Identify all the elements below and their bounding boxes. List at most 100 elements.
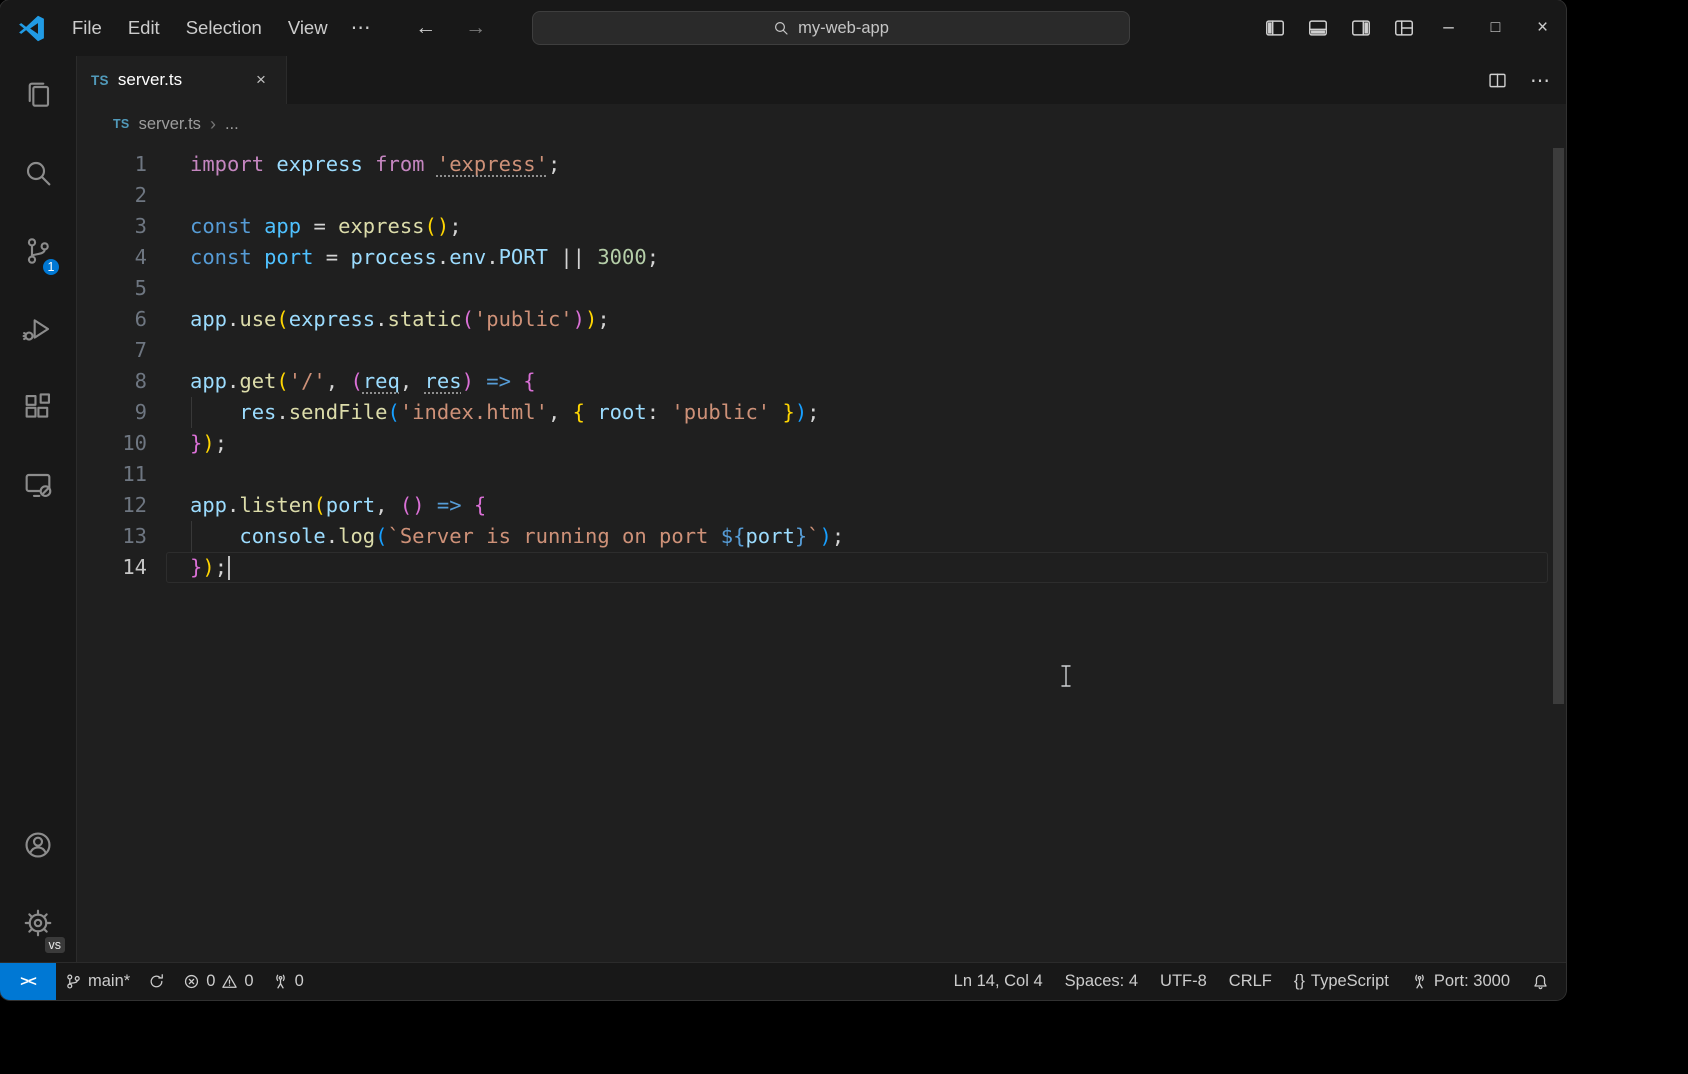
typescript-file-icon: TS [91, 73, 109, 88]
radio-tower-icon [1411, 973, 1428, 990]
maximize-button[interactable]: □ [1472, 0, 1519, 56]
scrollbar-thumb[interactable] [1553, 148, 1564, 704]
titlebar: File Edit Selection View ⋯ ← → my-web-ap… [0, 0, 1566, 56]
warning-icon [221, 973, 238, 990]
source-control-icon[interactable]: 1 [0, 212, 76, 290]
menu-edit[interactable]: Edit [115, 11, 173, 45]
code-text[interactable]: import express from 'express'; [147, 149, 560, 180]
code-line[interactable]: 11 [77, 459, 1566, 490]
activity-bar: 1 vs [0, 56, 77, 962]
git-branch-item[interactable]: main* [56, 963, 139, 1000]
titlebar-actions: – □ × [1253, 0, 1566, 56]
indent-guide [191, 521, 192, 552]
code-text[interactable]: app.listen(port, () => { [147, 490, 486, 521]
toggle-panel-icon[interactable] [1307, 17, 1329, 39]
menu-selection[interactable]: Selection [173, 11, 275, 45]
code-text[interactable] [147, 273, 190, 304]
more-actions-icon[interactable]: ⋯ [1530, 68, 1550, 93]
line-number[interactable]: 8 [77, 366, 147, 397]
code-line[interactable]: 2 [77, 180, 1566, 211]
remote-indicator[interactable]: >< [0, 963, 56, 1000]
line-number[interactable]: 10 [77, 428, 147, 459]
code-text[interactable]: app.use(express.static('public')); [147, 304, 610, 335]
code-editor[interactable]: 1import express from 'express';23const a… [77, 144, 1566, 962]
code-text[interactable]: const app = express(); [147, 211, 462, 242]
line-number[interactable]: 1 [77, 149, 147, 180]
line-number[interactable]: 6 [77, 304, 147, 335]
split-editor-icon[interactable] [1487, 70, 1508, 91]
code-line[interactable]: 8app.get('/', (req, res) => { [77, 366, 1566, 397]
code-text[interactable]: res.sendFile('index.html', { root: 'publ… [147, 397, 820, 428]
line-number[interactable]: 5 [77, 273, 147, 304]
code-line[interactable]: 6app.use(express.static('public')); [77, 304, 1566, 335]
minimize-button[interactable]: – [1425, 0, 1472, 56]
extensions-icon[interactable] [0, 368, 76, 446]
code-text[interactable] [147, 459, 190, 490]
editor-scrollbar[interactable] [1552, 144, 1566, 962]
command-center-search[interactable]: my-web-app [532, 11, 1130, 45]
menu-file[interactable]: File [59, 11, 115, 45]
code-text[interactable]: }); [147, 552, 230, 583]
cursor-position[interactable]: Ln 14, Col 4 [943, 963, 1054, 1000]
line-number[interactable]: 12 [77, 490, 147, 521]
code-line[interactable]: 14}); [77, 552, 1566, 583]
line-number[interactable]: 13 [77, 521, 147, 552]
eol-sequence[interactable]: CRLF [1218, 963, 1283, 1000]
code-text[interactable]: const port = process.env.PORT || 3000; [147, 242, 659, 273]
customize-layout-icon[interactable] [1393, 17, 1415, 39]
line-number[interactable]: 2 [77, 180, 147, 211]
notifications-item[interactable] [1521, 963, 1566, 1000]
explorer-icon[interactable] [0, 56, 76, 134]
warning-count: 0 [244, 972, 253, 991]
code-line[interactable]: 1import express from 'express'; [77, 149, 1566, 180]
line-number[interactable]: 7 [77, 335, 147, 366]
tab-label: server.ts [118, 70, 182, 90]
code-line[interactable]: 12app.listen(port, () => { [77, 490, 1566, 521]
code-line[interactable]: 9 res.sendFile('index.html', { root: 'pu… [77, 397, 1566, 428]
port-forward-item[interactable]: Port: 3000 [1400, 963, 1521, 1000]
line-number[interactable]: 4 [77, 242, 147, 273]
search-view-icon[interactable] [0, 134, 76, 212]
code-text[interactable]: }); [147, 428, 227, 459]
back-icon[interactable]: ← [413, 16, 439, 40]
line-number[interactable]: 11 [77, 459, 147, 490]
breadcrumb-file[interactable]: server.ts [139, 115, 201, 134]
code-line[interactable]: 5 [77, 273, 1566, 304]
vscode-window: File Edit Selection View ⋯ ← → my-web-ap… [0, 0, 1566, 1000]
tab-close-icon[interactable]: × [250, 69, 272, 91]
menu-more-icon[interactable]: ⋯ [341, 11, 381, 45]
chevron-right-icon: › [210, 114, 216, 135]
remote-explorer-icon[interactable] [0, 446, 76, 524]
toggle-secondary-sidebar-icon[interactable] [1350, 17, 1372, 39]
close-button[interactable]: × [1519, 0, 1566, 56]
accounts-icon[interactable] [0, 806, 76, 884]
code-line[interactable]: 7 [77, 335, 1566, 366]
branch-name: main* [88, 972, 130, 991]
code-text[interactable] [147, 180, 190, 211]
search-icon [773, 20, 789, 36]
line-number[interactable]: 9 [77, 397, 147, 428]
code-line[interactable]: 13 console.log(`Server is running on por… [77, 521, 1566, 552]
sync-item[interactable] [139, 963, 174, 1000]
code-text[interactable]: console.log(`Server is running on port $… [147, 521, 844, 552]
code-text[interactable]: app.get('/', (req, res) => { [147, 366, 536, 397]
language-mode[interactable]: {} TypeScript [1283, 963, 1400, 1000]
code-text[interactable] [147, 335, 190, 366]
code-line[interactable]: 3const app = express(); [77, 211, 1566, 242]
tab-server-ts[interactable]: TS server.ts × [77, 56, 287, 104]
problems-item[interactable]: 0 0 [174, 963, 262, 1000]
breadcrumb-more[interactable]: ... [225, 115, 239, 134]
run-debug-icon[interactable] [0, 290, 76, 368]
encoding[interactable]: UTF-8 [1149, 963, 1218, 1000]
ports-item[interactable]: 0 [263, 963, 313, 1000]
toggle-sidebar-icon[interactable] [1264, 17, 1286, 39]
indentation[interactable]: Spaces: 4 [1054, 963, 1149, 1000]
menu-view[interactable]: View [275, 11, 341, 45]
line-number[interactable]: 3 [77, 211, 147, 242]
line-number[interactable]: 14 [77, 552, 147, 583]
code-line[interactable]: 10}); [77, 428, 1566, 459]
forward-icon[interactable]: → [463, 16, 489, 40]
settings-gear-icon[interactable]: vs [0, 884, 76, 962]
vscode-logo-icon [18, 15, 45, 42]
code-line[interactable]: 4const port = process.env.PORT || 3000; [77, 242, 1566, 273]
